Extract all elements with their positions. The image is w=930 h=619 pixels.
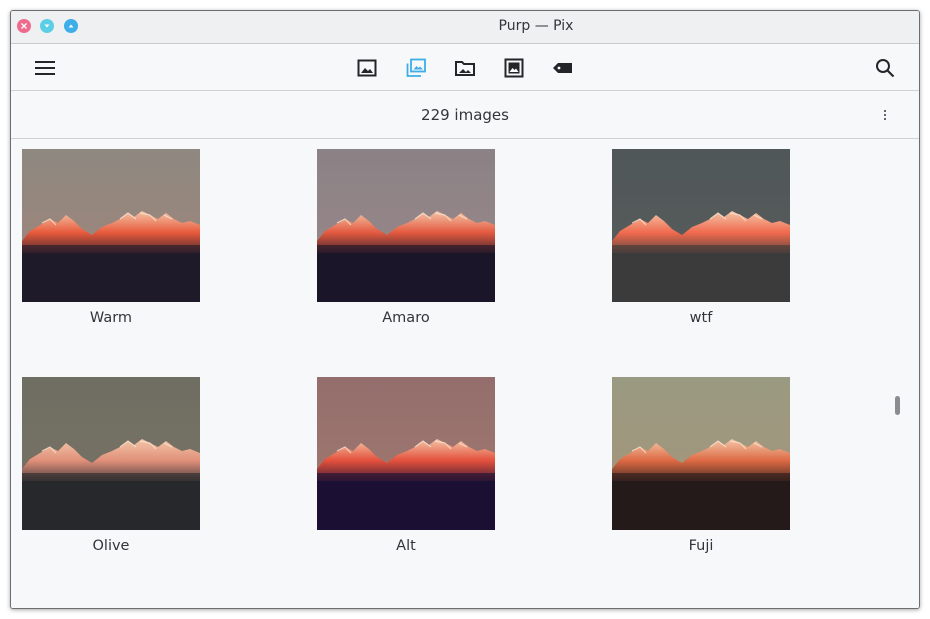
tab-gallery[interactable]: [354, 55, 380, 81]
kebab-dot: [884, 118, 886, 120]
thumbnail[interactable]: [612, 377, 790, 530]
search-icon: [876, 59, 895, 78]
menu-button[interactable]: [32, 55, 58, 81]
image-icon: [357, 59, 377, 77]
image-count: 229 images: [421, 106, 509, 124]
tab-viewer[interactable]: [501, 55, 527, 81]
tab-tags[interactable]: [550, 55, 576, 81]
images-stack-icon: [406, 58, 426, 77]
framed-image-icon: [504, 58, 524, 78]
grid-item[interactable]: Amaro: [317, 149, 495, 326]
thumbnail[interactable]: [612, 149, 790, 302]
tab-collections[interactable]: [403, 55, 429, 81]
grid-item[interactable]: wtf: [612, 149, 790, 326]
main-toolbar: [11, 44, 919, 91]
grid-item[interactable]: Alt: [317, 377, 495, 554]
tag-icon: [553, 63, 572, 73]
thumbnail-label: Alt: [396, 538, 416, 554]
folder-image-icon: [455, 61, 475, 76]
hamburger-menu-icon: [35, 61, 55, 75]
mountain-photo: [22, 377, 200, 530]
grid-item[interactable]: Warm: [22, 149, 200, 326]
title-bar: Purp — Pix: [11, 11, 919, 44]
thumbnail-label: Amaro: [382, 310, 430, 326]
scrollbar-handle[interactable]: [895, 396, 900, 415]
mountain-photo: [317, 149, 495, 302]
thumbnail-label: wtf: [689, 310, 713, 326]
mountain-photo: [317, 377, 495, 530]
kebab-dot: [884, 110, 886, 112]
thumbnail[interactable]: [317, 377, 495, 530]
grid-item[interactable]: Fuji: [612, 377, 790, 554]
grid-item[interactable]: Olive: [22, 377, 200, 554]
thumbnail[interactable]: [317, 149, 495, 302]
window-title: Purp — Pix: [498, 18, 574, 34]
thumbnail[interactable]: [22, 149, 200, 302]
image-grid[interactable]: Warm Amaro wtf Olive Alt Fuji: [11, 140, 919, 608]
thumbnail-label: Warm: [89, 310, 133, 326]
mountain-photo: [612, 149, 790, 302]
tab-folders[interactable]: [452, 55, 478, 81]
app-window: Purp — Pix 229 images Warm Amaro wtf Oli…: [10, 10, 920, 609]
more-options-button[interactable]: [875, 105, 895, 125]
thumbnail[interactable]: [22, 377, 200, 530]
status-bar: 229 images: [11, 91, 919, 139]
kebab-dot: [884, 114, 886, 116]
thumbnail-label: Olive: [92, 538, 130, 554]
thumbnail-label: Fuji: [688, 538, 714, 554]
search-button[interactable]: [872, 55, 898, 81]
mountain-photo: [22, 149, 200, 302]
mountain-photo: [612, 377, 790, 530]
